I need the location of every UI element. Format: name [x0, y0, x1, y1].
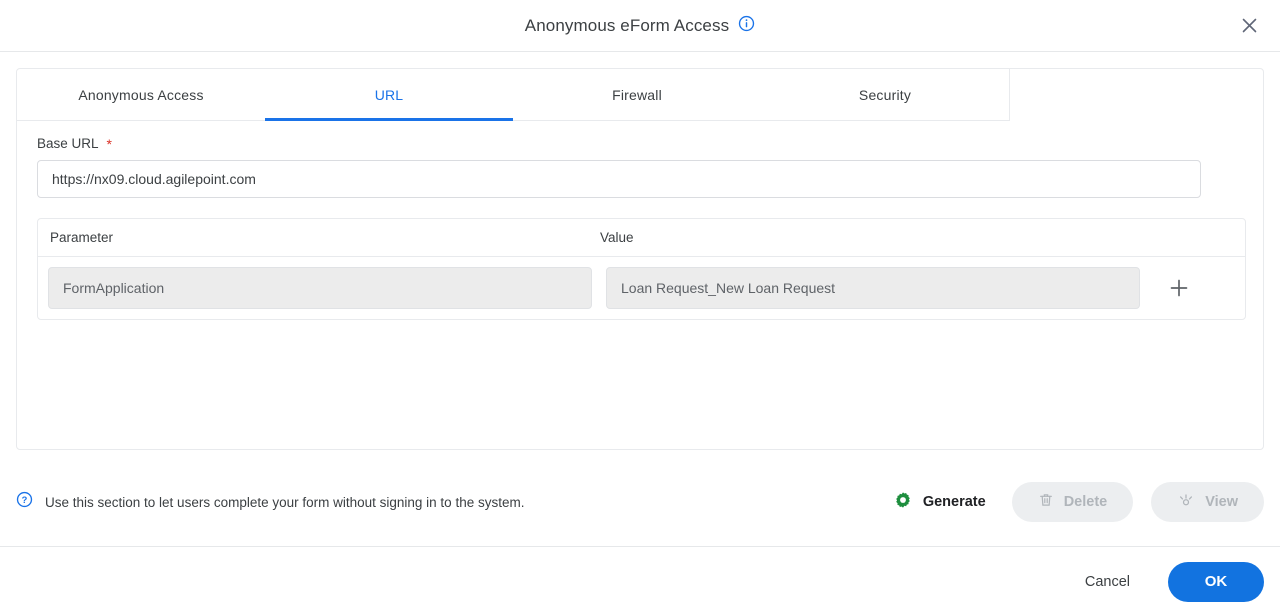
base-url-label-row: Base URL *	[37, 135, 1243, 152]
parameter-value-input[interactable]	[606, 267, 1140, 309]
close-icon[interactable]	[1232, 9, 1266, 43]
dialog-action-bar: Cancel OK	[0, 547, 1280, 616]
page-title: Anonymous eForm Access	[524, 15, 730, 35]
info-circle-icon[interactable]	[738, 15, 755, 37]
footer-actions: Generate Delete View	[886, 482, 1264, 522]
ok-button[interactable]: OK	[1168, 561, 1264, 602]
tab-security[interactable]: Security	[761, 69, 1009, 120]
table-row	[38, 257, 1245, 319]
tab-label: URL	[374, 86, 404, 103]
tab-strip: Anonymous Access URL Firewall Security	[17, 69, 1010, 121]
anonymous-eform-access-dialog: Anonymous eForm Access Anonymous Access …	[0, 0, 1280, 616]
content-panel: Anonymous Access URL Firewall Security B…	[16, 68, 1264, 450]
tab-label: Security	[858, 86, 912, 103]
generate-label: Generate	[922, 494, 986, 510]
column-header-parameter: Parameter	[50, 230, 114, 245]
column-header-value: Value	[600, 230, 634, 245]
view-label: View	[1205, 494, 1238, 510]
dialog-header: Anonymous eForm Access	[0, 0, 1280, 52]
table-header-row: Parameter Value	[38, 219, 1245, 257]
tab-firewall[interactable]: Firewall	[513, 69, 761, 120]
delete-button[interactable]: Delete	[1011, 482, 1134, 522]
parameter-name-input[interactable]	[48, 267, 592, 309]
trash-icon	[1038, 492, 1054, 512]
plus-icon[interactable]	[1158, 267, 1200, 309]
tab-label: Anonymous Access	[78, 86, 204, 103]
gear-icon	[894, 491, 912, 513]
svg-text:?: ?	[22, 495, 28, 505]
tab-anonymous-access[interactable]: Anonymous Access	[17, 69, 265, 120]
hint-text: Use this section to let users complete y…	[45, 494, 525, 510]
footer-hint-row: ? Use this section to let users complete…	[0, 474, 1280, 530]
base-url-input[interactable]	[37, 160, 1201, 198]
parameter-table: Parameter Value	[37, 218, 1246, 320]
preview-eye-icon	[1177, 491, 1195, 513]
hint-group: ? Use this section to let users complete…	[16, 491, 524, 513]
cancel-button[interactable]: Cancel	[1067, 565, 1148, 599]
help-circle-icon[interactable]: ?	[16, 491, 33, 513]
required-marker: *	[106, 136, 112, 152]
view-button[interactable]: View	[1151, 482, 1264, 522]
tab-url[interactable]: URL	[265, 69, 513, 121]
panel-body: Base URL * Parameter Value	[17, 121, 1263, 320]
base-url-label: Base URL	[37, 135, 99, 151]
generate-button[interactable]: Generate	[886, 485, 994, 519]
tab-label: Firewall	[612, 86, 662, 103]
dialog-title-group: Anonymous eForm Access	[525, 15, 755, 37]
delete-label: Delete	[1063, 494, 1108, 510]
